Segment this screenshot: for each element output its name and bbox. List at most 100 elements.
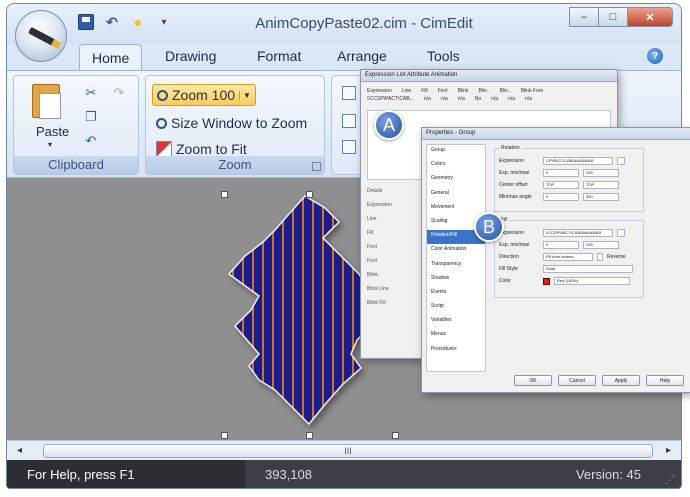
paste-icon[interactable] (32, 84, 61, 119)
browse-icon[interactable] (617, 229, 625, 237)
font-checkbox[interactable]: Font (367, 244, 419, 258)
table-cell: n/a (508, 96, 516, 102)
callout-b: B (474, 212, 504, 242)
selection-handle[interactable] (306, 432, 313, 439)
rotation-exp-minmax-row: Exp. min/max 0 100 (499, 169, 619, 177)
minimize-button[interactable]: – (569, 7, 599, 27)
application-menu-button[interactable] (15, 10, 67, 62)
copy-icon[interactable]: ❐ (82, 108, 100, 126)
dialog-launcher-icon[interactable] (312, 162, 321, 171)
scroll-right-arrow[interactable]: ▸ (666, 445, 671, 456)
category-item[interactable]: Menus (427, 329, 485, 343)
category-item[interactable]: Script (427, 301, 485, 315)
status-help-text: For Help, press F1 (7, 460, 245, 488)
zoom-fit-icon (156, 141, 172, 157)
fill-style-select[interactable]: Solid (543, 265, 633, 273)
help-button[interactable]: Help (646, 375, 684, 386)
category-item[interactable]: Color Animation (427, 244, 485, 258)
rotation-expression-field[interactable]: CP\PACT\CAB\AVA\AMAR (543, 157, 613, 165)
zoom-100-button[interactable]: Zoom 100 ▼ (152, 84, 256, 106)
rotation-center-y-field[interactable]: TOP (583, 181, 619, 189)
reverse-checkbox[interactable] (597, 253, 603, 261)
zoom-100-label: Zoom 100 (172, 87, 236, 103)
close-button[interactable]: ✕ (627, 7, 673, 27)
fill-color-label: Color (499, 278, 511, 284)
fill-exp-min-field[interactable]: 0 (543, 241, 579, 249)
blink-checkbox[interactable]: Blink (367, 272, 419, 286)
dialog-buttons: OK Cancel Apply Help (514, 375, 684, 386)
tab-format[interactable]: Format (257, 48, 301, 64)
font-checkbox[interactable]: Font (367, 258, 419, 272)
selection-handle[interactable] (392, 432, 399, 439)
selection-handle[interactable] (306, 191, 313, 198)
cancel-button[interactable]: Cancel (558, 375, 596, 386)
rotation-angle-max-field[interactable]: 360 (583, 193, 619, 201)
title-bar: ↶ ● ▾ AnimCopyPaste02.cim - CimEdit – □ … (7, 4, 681, 62)
ok-button[interactable]: OK (514, 375, 552, 386)
fill-expression-field[interactable]: \\CCSP\PACT\CAB\AVA\AMAR (543, 229, 613, 237)
rotation-exp-min-field[interactable]: 0 (543, 169, 579, 177)
fill-color-row: Color Red (100%) (499, 277, 630, 285)
blink-line-checkbox[interactable]: Blink Line (367, 286, 419, 300)
category-item[interactable]: Group (427, 145, 485, 159)
category-item[interactable]: Events (427, 287, 485, 301)
magnifier-icon (156, 117, 167, 129)
paste-dropdown-arrow[interactable]: ▾ (48, 140, 52, 149)
table-cell: n/a (423, 96, 431, 102)
size-window-to-zoom-button[interactable]: Size Window to Zoom (152, 112, 311, 134)
selection-handle[interactable] (221, 191, 228, 198)
category-item[interactable]: Procedures (427, 344, 485, 358)
category-item[interactable]: Movement (427, 202, 485, 216)
fill-color-select[interactable]: Red (100%) (554, 277, 630, 285)
scrollbar-thumb[interactable]: III (43, 444, 653, 458)
fill-direction-select[interactable]: Fill from bottom (543, 253, 593, 261)
column-header: Font (437, 88, 448, 94)
line-checkbox[interactable]: Line (367, 216, 419, 230)
category-item[interactable]: General (427, 188, 485, 202)
expression-detail-labels: Details Expression Line Fill Font Font B… (367, 188, 419, 314)
category-list: Group Colors Geometry General Movement S… (426, 144, 486, 372)
redo-icon[interactable]: ↷ (110, 84, 128, 102)
zoom-to-fit-label: Zoom to Fit (176, 141, 247, 157)
category-item[interactable]: Colors (427, 159, 485, 173)
zoom-group: Zoom 100 ▼ Size Window to Zoom Zoom to F… (145, 75, 325, 175)
fill-checkbox[interactable]: Fill (367, 230, 419, 244)
fill-style-label: Fill Style (499, 266, 518, 272)
selection-handle[interactable] (221, 432, 228, 439)
tab-drawing[interactable]: Drawing (165, 48, 216, 64)
arrange-icon[interactable] (342, 140, 356, 154)
tab-arrange[interactable]: Arrange (337, 48, 387, 64)
resize-grip-icon[interactable]: ⋰ (665, 475, 675, 486)
expression-columns: Expression Line Fill Font Blink Blin.. B… (367, 88, 543, 94)
scroll-left-arrow[interactable]: ◂ (17, 445, 22, 456)
rotation-exp-max-field[interactable]: 100 (583, 169, 619, 177)
paste-button[interactable]: Paste (36, 124, 69, 139)
apply-button[interactable]: Apply (602, 375, 640, 386)
category-item[interactable]: Shadow (427, 273, 485, 287)
arrange-icon[interactable] (342, 114, 356, 128)
maximize-button[interactable]: □ (598, 7, 628, 27)
dialog-title: Expression List Attribute Animation (361, 70, 617, 82)
tab-home[interactable]: Home (79, 44, 143, 72)
column-header: Line (401, 88, 412, 94)
horizontal-scrollbar[interactable]: ◂ III ▸ (7, 440, 681, 460)
undo-icon[interactable]: ↶ (82, 132, 100, 150)
rotation-expression-row: Expression CP\PACT\CAB\AVA\AMAR (499, 157, 625, 165)
fill-exp-max-field[interactable]: 100 (583, 241, 619, 249)
arrange-icon[interactable] (342, 86, 356, 100)
rotation-angle-min-field[interactable]: 0 (543, 193, 579, 201)
browse-icon[interactable] (617, 157, 625, 165)
chevron-down-icon[interactable]: ▼ (239, 90, 251, 100)
help-icon[interactable]: ? (647, 48, 663, 64)
tab-tools[interactable]: Tools (427, 48, 460, 64)
category-item[interactable]: Variables (427, 315, 485, 329)
category-item[interactable]: Transparency (427, 259, 485, 273)
blink-fill-checkbox[interactable]: Blink Fill (367, 300, 419, 314)
category-item[interactable]: Geometry (427, 173, 485, 187)
rotation-expression-label: Expression (499, 158, 524, 164)
rotation-center-x-field[interactable]: TOP (543, 181, 579, 189)
cut-icon[interactable]: ✂ (82, 84, 100, 102)
table-row[interactable]: \\CCSP\PACT\CAB... n/a n/a n/a No n/a n/… (367, 96, 532, 102)
clipboard-group-label: Clipboard (14, 156, 138, 174)
properties-dialog: Properties - Group Group Colors Geometry… (421, 127, 690, 393)
